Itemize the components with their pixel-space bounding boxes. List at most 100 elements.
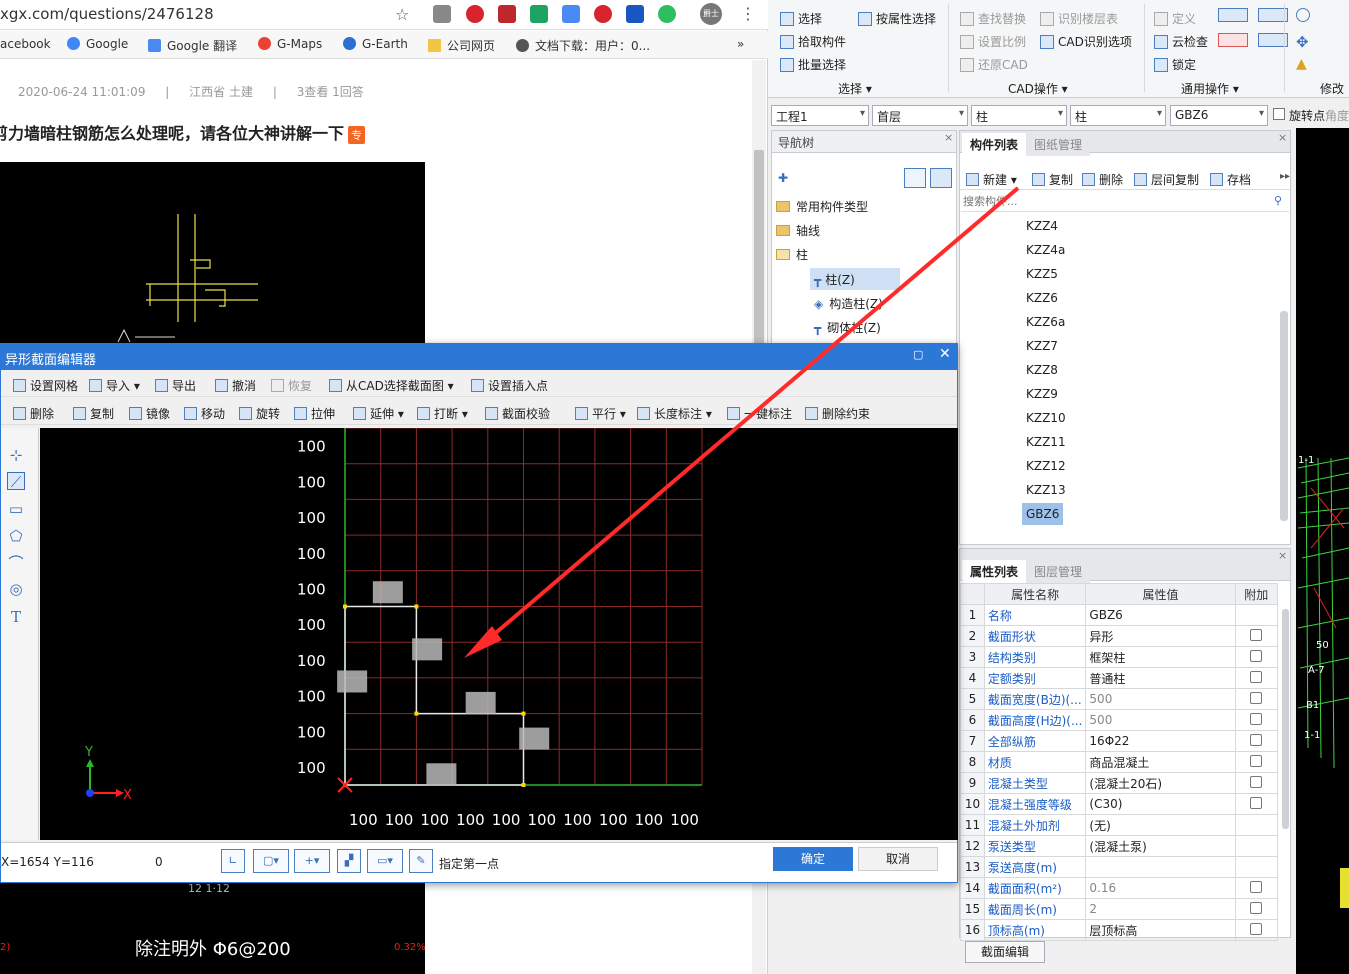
- delete-button[interactable]: 删除: [1082, 171, 1123, 188]
- close-icon[interactable]: ✕: [939, 346, 951, 362]
- type-select[interactable]: 柱: [1070, 105, 1166, 126]
- nav-item-column[interactable]: 柱: [776, 246, 808, 263]
- nav-item-column-z[interactable]: ┳ 柱(Z): [810, 268, 900, 290]
- prop-value[interactable]: 500: [1085, 688, 1236, 710]
- prop-extra-checkbox[interactable]: [1250, 691, 1263, 704]
- bookmarks-more[interactable]: »: [737, 37, 744, 51]
- prop-extra-checkbox[interactable]: [1250, 733, 1263, 746]
- floor-copy-button[interactable]: 层间复制: [1134, 171, 1199, 188]
- bookmark-google-translate[interactable]: Google 翻译: [148, 37, 237, 54]
- identify-floor-table-button[interactable]: 识别楼层表: [1040, 10, 1118, 27]
- ribbon-icon-color[interactable]: [1218, 33, 1248, 47]
- nav-item-axis[interactable]: 轴线: [776, 222, 820, 239]
- parallel-tool-button[interactable]: 平行 ▾: [575, 405, 626, 422]
- drive-ext-icon[interactable]: [530, 5, 548, 23]
- bookmark-google[interactable]: Google: [67, 37, 128, 51]
- extend-tool-button[interactable]: 延伸 ▾: [353, 405, 404, 422]
- select-button[interactable]: 选择: [780, 10, 822, 27]
- property-row[interactable]: 9 混凝土类型 (混凝土20石): [960, 772, 1279, 794]
- prop-value[interactable]: 2: [1085, 898, 1236, 920]
- prop-value[interactable]: 普通柱: [1085, 667, 1236, 689]
- prop-extra-checkbox[interactable]: [1250, 649, 1263, 662]
- property-row[interactable]: 14 截面面积(m²) 0.16: [960, 877, 1279, 899]
- set-grid-button[interactable]: 设置网格: [13, 377, 78, 394]
- move-tool-button[interactable]: 移动: [184, 405, 225, 422]
- archive-button[interactable]: 存档: [1210, 171, 1251, 188]
- section-check-button[interactable]: 截面校验: [485, 405, 550, 422]
- bookmark-docs[interactable]: 文档下载：用户：0...: [516, 37, 650, 54]
- point-tool-icon[interactable]: ⊹: [7, 446, 25, 464]
- copy-button[interactable]: 复制: [1032, 171, 1073, 188]
- component-item[interactable]: KZZ5: [1022, 263, 1062, 285]
- component-item[interactable]: KZZ9: [1022, 383, 1062, 405]
- mirror-tool-button[interactable]: 镜像: [129, 405, 170, 422]
- tab-property-list[interactable]: 属性列表: [962, 560, 1027, 583]
- prop-value[interactable]: 16Φ22: [1085, 730, 1236, 752]
- component-item[interactable]: KZZ12: [1022, 455, 1070, 477]
- tree-view-icon[interactable]: [930, 168, 952, 188]
- prop-extra-checkbox[interactable]: [1250, 754, 1263, 767]
- prop-value[interactable]: 异形: [1085, 625, 1236, 647]
- delete-tool-button[interactable]: 删除: [13, 405, 54, 422]
- property-row[interactable]: 16 顶标高(m) 层顶标高: [960, 919, 1279, 941]
- tab-layer-mgmt[interactable]: 图层管理: [1026, 560, 1091, 583]
- polygon-tool-icon[interactable]: ⬠: [7, 527, 25, 545]
- browser-menu-icon[interactable]: ⋮: [740, 4, 756, 23]
- nav-add-icon[interactable]: ✚: [778, 171, 788, 185]
- prop-value[interactable]: GBZ6: [1085, 604, 1236, 626]
- define-button[interactable]: 定义: [1154, 10, 1196, 27]
- tab-drawing-mgmt[interactable]: 图纸管理: [1026, 133, 1091, 156]
- group-modify-label[interactable]: 修改: [1320, 80, 1344, 97]
- member-select[interactable]: GBZ6: [1170, 105, 1268, 126]
- nav-item-gzz[interactable]: ◈ 构造柱(Z): [814, 295, 883, 312]
- find-replace-button[interactable]: 查找替换: [960, 10, 1026, 27]
- ribbon-icon-layout[interactable]: [1218, 8, 1248, 22]
- ribbon-icon-rotate[interactable]: [1296, 8, 1310, 22]
- property-row[interactable]: 5 截面宽度(B边)(... 500: [960, 688, 1279, 710]
- property-row[interactable]: 7 全部纵筋 16Φ22: [960, 730, 1279, 752]
- bookmark-gmaps[interactable]: G-Maps: [258, 37, 322, 51]
- prop-extra-checkbox[interactable]: [1250, 901, 1263, 914]
- prop-value[interactable]: [1085, 856, 1236, 878]
- group-select-label[interactable]: 选择 ▾: [838, 80, 872, 97]
- cad-options-button[interactable]: CAD识别选项: [1040, 33, 1132, 50]
- download-ext-icon[interactable]: [433, 5, 451, 23]
- prop-extra-checkbox[interactable]: [1250, 670, 1263, 683]
- prop-value[interactable]: (无): [1085, 814, 1236, 836]
- lock-button[interactable]: 锁定: [1154, 56, 1196, 73]
- ribbon-icon-mirror[interactable]: ▲: [1296, 56, 1307, 72]
- component-item[interactable]: KZZ11: [1022, 431, 1070, 453]
- component-search-input[interactable]: [961, 192, 1289, 212]
- component-item[interactable]: KZZ4: [1022, 215, 1062, 237]
- prop-extra-checkbox[interactable]: [1250, 922, 1263, 935]
- undo-button[interactable]: 撤消: [215, 377, 256, 394]
- meta-location[interactable]: 江西省 土建: [189, 85, 253, 99]
- rectangle-tool-icon[interactable]: ▭: [7, 500, 25, 518]
- bookmark-company[interactable]: 公司网页: [428, 37, 495, 54]
- url-text[interactable]: xgx.com/questions/2476128: [0, 5, 214, 23]
- ribbon-icon-move[interactable]: ✥: [1296, 33, 1309, 51]
- new-button[interactable]: 新建 ▾: [966, 171, 1017, 188]
- prop-extra-checkbox[interactable]: [1250, 796, 1263, 809]
- paw-ext-icon[interactable]: [626, 5, 644, 23]
- bookmark-star-icon[interactable]: ☆: [395, 5, 413, 24]
- prop-extra-checkbox[interactable]: [1250, 880, 1263, 893]
- import-button[interactable]: 导入 ▾: [89, 377, 140, 394]
- property-row[interactable]: 11 混凝土外加剂 (无): [960, 814, 1279, 836]
- main-cad-view[interactable]: 1-1 50 A-7 B1 1-1: [1296, 128, 1349, 974]
- component-item[interactable]: KZZ7: [1022, 335, 1062, 357]
- component-item[interactable]: KZZ13: [1022, 479, 1070, 501]
- length-dim-button[interactable]: 长度标注 ▾: [637, 405, 712, 422]
- line-tool-icon[interactable]: ⟋: [7, 472, 25, 491]
- batch-select-button[interactable]: 批量选择: [780, 56, 846, 73]
- panel-close-icon[interactable]: ×: [1278, 131, 1287, 144]
- rotate-tool-button[interactable]: 旋转: [239, 405, 280, 422]
- prop-extra-checkbox[interactable]: [1250, 628, 1263, 641]
- project-select[interactable]: 工程1: [771, 105, 869, 126]
- display-toggle-icon[interactable]: ▭▾: [367, 849, 403, 873]
- property-row[interactable]: 10 混凝土强度等级 (C30): [960, 793, 1279, 815]
- select-by-attr-button[interactable]: 按属性选择: [858, 10, 936, 27]
- property-row[interactable]: 15 截面周长(m) 2: [960, 898, 1279, 920]
- component-item[interactable]: KZZ4a: [1022, 239, 1069, 261]
- pdf-ext-icon[interactable]: [498, 5, 516, 23]
